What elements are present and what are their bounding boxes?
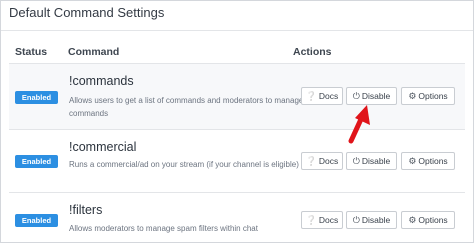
disable-button-label: Disable: [361, 156, 391, 166]
command-name: !commercial: [69, 140, 137, 154]
question-circle-icon: ❔: [305, 215, 317, 225]
docs-button[interactable]: ❔ Docs: [301, 211, 343, 229]
options-button-label: Options: [418, 156, 448, 166]
command-name: !filters: [69, 203, 103, 217]
column-header-status: Status: [15, 46, 48, 58]
disable-button-label: Disable: [361, 91, 391, 101]
docs-button[interactable]: ❔ Docs: [301, 152, 343, 170]
options-button-label: Options: [418, 91, 448, 101]
question-circle-icon: ❔: [305, 91, 317, 101]
command-description: Allows moderators to manage spam filters…: [69, 224, 258, 233]
docs-button[interactable]: ❔ Docs: [301, 87, 343, 105]
annotation-arrow-icon: [348, 105, 370, 144]
column-header-command: Command: [68, 46, 120, 58]
options-button[interactable]: ⚙ Options: [401, 211, 455, 229]
status-badge: Enabled: [15, 214, 58, 227]
command-description: Allows users to get a list of commands a…: [69, 96, 304, 118]
options-button-label: Options: [418, 215, 448, 225]
command-description: Runs a commercial/ad on your stream (if …: [69, 160, 299, 169]
question-circle-icon: ❔: [305, 156, 317, 166]
power-icon: ⏻: [352, 156, 360, 166]
table-row: Enabled !filters Allows moderators to ma…: [9, 193, 465, 242]
options-button[interactable]: ⚙ Options: [401, 152, 455, 170]
gears-icon: ⚙: [408, 91, 417, 101]
panel-title: Default Command Settings: [9, 5, 165, 20]
table-row: Enabled !commercial Runs a commercial/ad…: [9, 130, 465, 193]
power-icon: ⏻: [352, 91, 360, 101]
docs-button-label: Docs: [318, 215, 339, 225]
power-icon: ⏻: [352, 215, 360, 225]
docs-button-label: Docs: [318, 156, 339, 166]
table-row: Enabled !commands Allows users to get a …: [9, 64, 465, 130]
docs-button-label: Docs: [318, 91, 339, 101]
gears-icon: ⚙: [408, 156, 417, 166]
disable-button[interactable]: ⏻ Disable: [346, 211, 397, 229]
disable-button[interactable]: ⏻ Disable: [346, 87, 397, 105]
gears-icon: ⚙: [408, 215, 417, 225]
column-header-actions: Actions: [293, 46, 332, 58]
options-button[interactable]: ⚙ Options: [401, 87, 455, 105]
command-name: !commands: [69, 74, 134, 88]
divider: [1, 30, 473, 31]
disable-button[interactable]: ⏻ Disable: [346, 152, 397, 170]
default-command-settings-panel: Default Command Settings Status Command …: [0, 0, 474, 243]
disable-button-label: Disable: [361, 215, 391, 225]
status-badge: Enabled: [15, 91, 58, 104]
status-badge: Enabled: [15, 155, 58, 168]
